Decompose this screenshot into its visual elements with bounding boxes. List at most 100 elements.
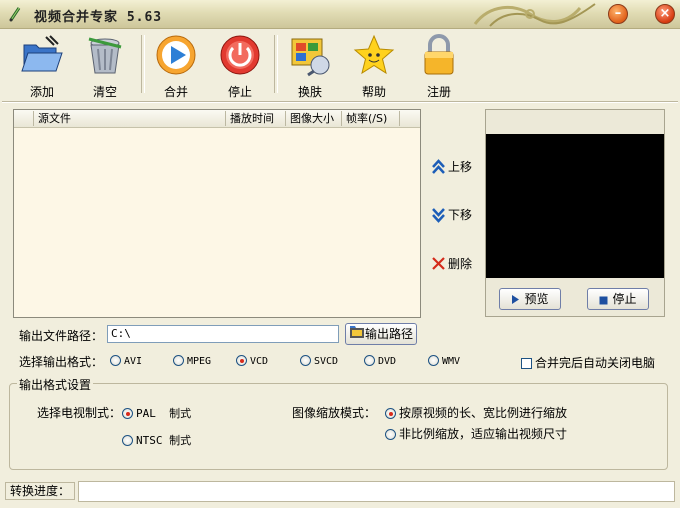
- auto-shutdown-checkbox[interactable]: [521, 358, 532, 369]
- title-bar: 视频合并专家 5.63 – ×: [0, 0, 680, 29]
- trash-icon: [88, 37, 122, 74]
- progress-bar: [78, 481, 675, 502]
- column-frame-rate[interactable]: 帧率(/S): [342, 111, 400, 126]
- delete-label: 删除: [448, 256, 473, 271]
- scale-fit-option[interactable]: 非比例缩放，适应输出视频尺寸: [385, 425, 567, 442]
- minimize-button[interactable]: –: [608, 4, 628, 24]
- scale-fit-label: 非比例缩放，适应输出视频尺寸: [399, 427, 568, 441]
- merge-button[interactable]: 合并: [148, 33, 204, 100]
- open-folder-icon: [21, 35, 63, 72]
- radio-dvd[interactable]: [364, 355, 375, 366]
- lock-icon: [424, 34, 454, 75]
- file-list[interactable]: 源文件 播放时间 图像大小 帧率(/S): [13, 109, 421, 318]
- film-folder-icon: [349, 326, 364, 338]
- auto-shutdown-option[interactable]: 合并完后自动关闭电脑: [521, 354, 655, 371]
- radio-svcd[interactable]: [300, 355, 311, 366]
- scale-mode-label: 图像缩放模式：: [292, 406, 377, 420]
- format-avi-label: AVI: [124, 356, 143, 367]
- delete-button[interactable]: 删除: [432, 254, 472, 272]
- column-image-size[interactable]: 图像大小: [286, 111, 342, 126]
- output-settings-group: [9, 383, 668, 470]
- add-button[interactable]: 添加: [14, 33, 70, 100]
- format-vcd-label: VCD: [250, 356, 269, 367]
- format-mpeg-label: MPEG: [187, 356, 212, 367]
- preview-play-label: 预览: [524, 292, 549, 306]
- toolbar-divider: [2, 101, 678, 103]
- preview-panel: 预览 停止: [485, 109, 665, 317]
- radio-mpeg[interactable]: [173, 355, 184, 366]
- tv-pal-label: PAL 制式: [136, 407, 192, 420]
- help-button[interactable]: 帮助: [346, 33, 402, 100]
- stop-square-icon: [599, 296, 608, 305]
- scale-keep-option[interactable]: 按原视频的长、宽比例进行缩放: [385, 404, 567, 421]
- scroll-ornament-icon: [473, 3, 596, 27]
- add-label: 添加: [29, 85, 54, 99]
- double-chevron-down-icon: [432, 207, 445, 223]
- toolbar: 添加 清空 合并 停止 换肤 帮助 注册: [0, 29, 680, 102]
- play-icon: [512, 295, 520, 304]
- move-up-label: 上移: [448, 159, 473, 174]
- double-chevron-up-icon: [432, 158, 445, 174]
- play-circle-icon: [156, 35, 196, 75]
- preview-play-button[interactable]: 预览: [499, 288, 561, 310]
- radio-pal[interactable]: [122, 408, 133, 419]
- close-button[interactable]: ×: [655, 4, 675, 24]
- tv-standard-label: 选择电视制式：: [37, 406, 122, 420]
- app-icon: [9, 7, 21, 22]
- skin-label: 换肤: [297, 85, 322, 99]
- radio-wmv[interactable]: [428, 355, 439, 366]
- auto-shutdown-label: 合并完后自动关闭电脑: [535, 356, 656, 370]
- preview-stop-label: 停止: [612, 292, 637, 306]
- format-option-vcd[interactable]: VCD: [236, 355, 268, 367]
- column-spacer: [14, 111, 34, 126]
- radio-ntsc[interactable]: [122, 435, 133, 446]
- format-option-svcd[interactable]: SVCD: [300, 355, 338, 367]
- scale-keep-label: 按原视频的长、宽比例进行缩放: [399, 406, 568, 420]
- register-button[interactable]: 注册: [411, 33, 467, 100]
- stop-button[interactable]: 停止: [212, 33, 268, 100]
- skin-button[interactable]: 换肤: [282, 33, 338, 100]
- tv-ntsc-label: NTSC 制式: [136, 434, 192, 447]
- column-duration[interactable]: 播放时间: [226, 111, 286, 126]
- output-path-label: 输出文件路径：: [19, 329, 104, 343]
- format-option-mpeg[interactable]: MPEG: [173, 355, 211, 367]
- tv-ntsc-option[interactable]: NTSC 制式: [122, 432, 191, 448]
- radio-scale-keep[interactable]: [385, 408, 396, 419]
- column-source-file[interactable]: 源文件: [34, 111, 226, 126]
- window-title: 视频合并专家 5.63: [34, 10, 163, 25]
- progress-label: 转换进度：: [5, 482, 75, 500]
- tv-pal-option[interactable]: PAL 制式: [122, 405, 191, 421]
- move-down-button[interactable]: 下移: [432, 205, 472, 223]
- preview-screen: [486, 134, 664, 278]
- move-up-button[interactable]: 上移: [432, 157, 472, 175]
- help-label: 帮助: [361, 85, 386, 99]
- browse-output-path-label: 输出路径: [364, 327, 413, 341]
- toolbar-separator: [274, 35, 278, 93]
- format-wmv-label: WMV: [442, 356, 461, 367]
- browse-output-path-button[interactable]: 输出路径: [345, 323, 417, 345]
- radio-scale-fit[interactable]: [385, 429, 396, 440]
- clear-label: 清空: [92, 85, 117, 99]
- preview-stop-button[interactable]: 停止: [587, 288, 649, 310]
- format-option-avi[interactable]: AVI: [110, 355, 142, 367]
- toolbar-separator: [141, 35, 145, 93]
- merge-label: 合并: [163, 85, 188, 99]
- format-svcd-label: SVCD: [314, 356, 339, 367]
- radio-vcd[interactable]: [236, 355, 247, 366]
- format-option-wmv[interactable]: WMV: [428, 355, 460, 367]
- skin-palette-icon: [291, 38, 330, 77]
- output-path-input[interactable]: C:\: [107, 325, 339, 343]
- move-down-label: 下移: [448, 207, 473, 222]
- register-label: 注册: [426, 85, 451, 99]
- output-format-label: 选择输出格式：: [19, 355, 104, 369]
- red-x-icon: [432, 257, 445, 270]
- format-option-dvd[interactable]: DVD: [364, 355, 396, 367]
- power-icon: [220, 35, 260, 75]
- star-icon: [353, 34, 395, 75]
- file-list-header: 源文件 播放时间 图像大小 帧率(/S): [14, 110, 420, 128]
- radio-avi[interactable]: [110, 355, 121, 366]
- format-dvd-label: DVD: [378, 356, 397, 367]
- stop-label: 停止: [227, 85, 252, 99]
- clear-button[interactable]: 清空: [77, 33, 133, 100]
- output-settings-title: 输出格式设置: [17, 376, 94, 393]
